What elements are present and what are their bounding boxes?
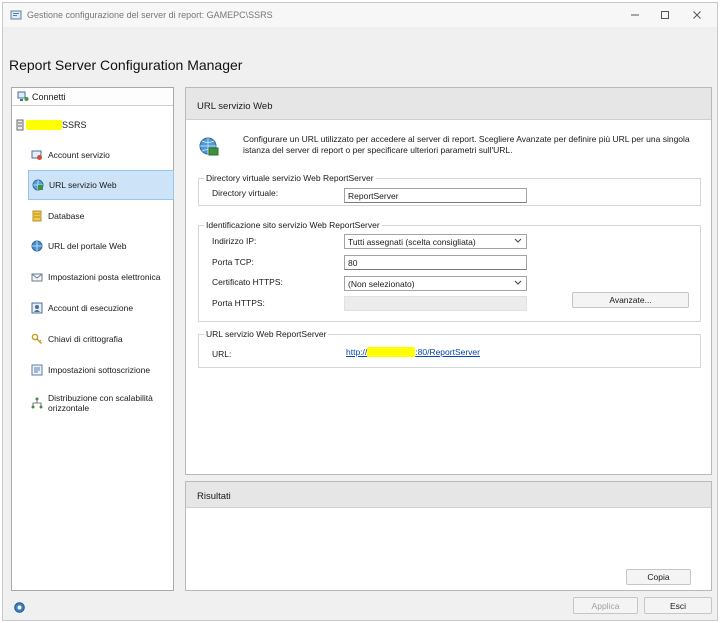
ip-address-dropdown[interactable]: Tutti assegnati (scelta consigliata) [344,234,527,249]
section-header: URL servizio Web [186,88,711,120]
title-bar: Gestione configurazione del server di re… [3,3,717,27]
group-title: Identificazione sito servizio Web Report… [204,220,382,230]
app-window: Gestione configurazione del server di re… [2,2,718,621]
site-identification-group: Identificazione sito servizio Web Report… [198,220,701,322]
maximize-icon [661,11,669,19]
nav-item-label: Distribuzione con scalabilità orizzontal… [48,393,153,413]
url-label: URL: [212,349,232,359]
subscription-settings-icon [31,364,43,376]
help-icon[interactable] [14,602,25,613]
results-title: Risultati [197,491,231,502]
web-service-url-icon [32,179,44,191]
exit-button[interactable]: Esci [644,597,712,614]
intro-text: Configurare un URL utilizzato per accede… [243,134,690,155]
minimize-button[interactable] [620,6,650,24]
minimize-icon [631,14,639,16]
group-title: URL servizio Web ReportServer [204,329,329,339]
virtual-directory-group: Directory virtuale servizio Web ReportSe… [198,173,701,206]
virtual-directory-input[interactable]: ReportServer [344,188,527,203]
https-port-input [344,296,527,311]
nav-item-label: Impostazioni sottoscrizione [48,365,151,375]
copy-button[interactable]: Copia [626,569,691,585]
redacted-server-name [26,120,62,130]
chevron-down-icon [514,238,522,243]
advanced-button[interactable]: Avanzate... [572,292,689,308]
url-suffix: :80/ReportServer [415,347,480,357]
ip-address-value: Tutti assegnati (scelta consigliata) [348,237,476,247]
encryption-keys-icon [31,333,42,344]
nav-item-database[interactable]: Database [28,201,174,231]
nav-item-scale-out-deployment[interactable]: Distribuzione con scalabilità orizzontal… [28,386,174,420]
nav-item-web-portal-url[interactable]: URL del portale Web [28,231,174,261]
server-node[interactable]: SSRS [16,118,87,132]
section-title: URL servizio Web [197,101,273,112]
web-portal-url-icon [31,240,43,252]
https-certificate-value: (Non selezionato) [348,279,415,289]
nav-item-web-service-url[interactable]: URL servizio Web [28,170,174,200]
nav-item-email-settings[interactable]: Impostazioni posta elettronica [28,262,174,292]
url-prefix: http:// [346,347,368,357]
nav-item-label: URL del portale Web [48,241,127,251]
nav-item-label: Database [48,211,85,221]
web-service-urls-group: URL servizio Web ReportServer URL: http:… [198,329,701,368]
nav-item-label: Chiavi di crittografia [48,334,123,344]
scale-out-deployment-icon [31,397,43,409]
apply-button[interactable]: Applica [573,597,638,614]
maximize-button[interactable] [650,6,680,24]
results-panel: Risultati Copia [185,481,712,591]
close-icon [693,11,701,19]
nav-item-label: URL servizio Web [49,180,117,190]
tcp-port-input[interactable]: 80 [344,255,527,270]
app-title: Report Server Configuration Manager [9,57,243,73]
nav-item-encryption-keys[interactable]: Chiavi di crittografia [28,324,174,354]
connect-button[interactable]: Connetti [12,88,173,106]
nav-item-label: Impostazioni posta elettronica [48,272,161,282]
nav-item-execution-account[interactable]: Account di esecuzione [28,293,174,323]
redacted-host [367,347,416,357]
server-name-suffix: SSRS [62,120,87,130]
group-title: Directory virtuale servizio Web ReportSe… [204,173,376,183]
virtual-directory-label: Directory virtuale: [212,188,279,198]
server-icon [16,119,24,131]
content-panel: URL servizio Web Configurare un URL util… [185,87,712,475]
web-service-globe-icon [199,137,219,156]
https-certificate-dropdown[interactable]: (Non selezionato) [344,276,527,291]
https-certificate-label: Certificato HTTPS: [212,277,283,287]
connect-label: Connetti [32,92,66,102]
app-icon [10,10,22,20]
app-header: Report Server Configuration Manager [3,27,717,83]
tcp-port-label: Porta TCP: [212,257,254,267]
window-title: Gestione configurazione del server di re… [27,10,273,20]
chevron-down-icon [514,280,522,285]
service-account-icon [31,150,42,160]
nav-item-subscription-settings[interactable]: Impostazioni sottoscrizione [28,355,174,385]
email-settings-icon [31,273,43,282]
close-button[interactable] [682,6,712,24]
results-header: Risultati [186,482,711,508]
connect-icon [17,91,29,101]
navigation-panel: Connetti SSRS Account servizio URL servi… [11,87,174,591]
nav-item-label: Account servizio [48,150,110,160]
execution-account-icon [31,302,43,314]
https-port-label: Porta HTTPS: [212,298,265,308]
nav-item-label: Account di esecuzione [48,303,134,313]
ip-address-label: Indirizzo IP: [212,236,257,246]
database-icon [32,210,42,222]
nav-item-service-account[interactable]: Account servizio [28,140,174,170]
report-server-url-link[interactable]: http:// :80/ReportServer [346,347,480,357]
